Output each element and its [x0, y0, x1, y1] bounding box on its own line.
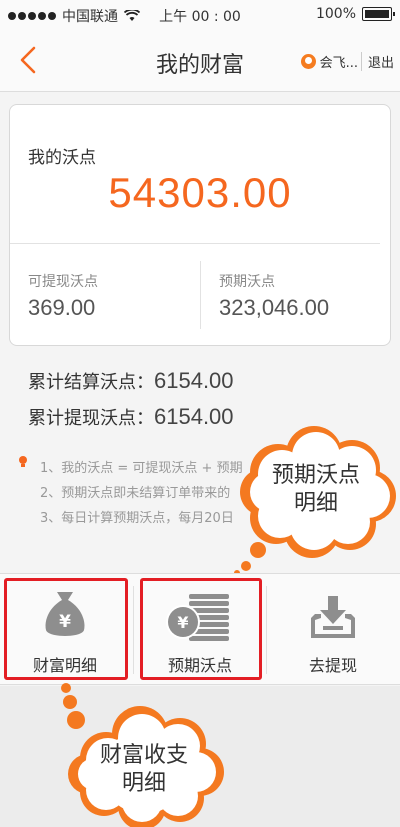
- divider: [200, 261, 201, 329]
- withdrawn-label: 累计提现沃点：: [28, 408, 154, 429]
- note-item: 2、预期沃点即未结算订单带来的: [40, 486, 231, 501]
- user-icon: [300, 54, 316, 69]
- tab-label: 去提现: [308, 656, 357, 675]
- callout-text-line: 明细: [294, 490, 338, 515]
- callout-text-line: 明细: [122, 770, 166, 795]
- highlight-frame: [4, 578, 128, 680]
- withdrawable-value: 369.00: [28, 295, 96, 320]
- battery-icon: [362, 7, 395, 21]
- status-bar: 中国联通 上午 00 : 00 100%: [0, 0, 400, 30]
- note-item: 3、每日计算预期沃点，每月20日: [40, 511, 234, 526]
- callout-cloud-expected: 预期沃点 明细: [234, 426, 396, 576]
- notes-list: 1、我的沃点 = 可提现沃点 + 预期 2、预期沃点即未结算订单带来的 3、每日…: [20, 456, 243, 531]
- download-tray-icon: [311, 596, 355, 638]
- callout-text-line: 财富收支: [100, 742, 188, 767]
- withdrawn-stat: 累计提现沃点：6154.00: [28, 404, 234, 430]
- divider: [266, 586, 267, 674]
- logout-button[interactable]: 退出: [360, 52, 394, 71]
- settled-stat: 累计结算沃点：6154.00: [28, 368, 234, 394]
- settled-value: 6154.00: [154, 368, 234, 393]
- my-points-label: 我的沃点: [28, 148, 96, 168]
- note-item: 1、我的沃点 = 可提现沃点 + 预期: [40, 461, 243, 476]
- expected-label: 预期沃点: [219, 274, 275, 290]
- withdrawable-label: 可提现沃点: [28, 274, 98, 290]
- callout-text-line: 预期沃点: [272, 462, 360, 487]
- divider: [10, 243, 380, 244]
- settled-label: 累计结算沃点：: [28, 372, 154, 393]
- callout-cloud-wealth: 财富收支 明细: [61, 683, 224, 827]
- user-account[interactable]: 会飞...: [300, 52, 358, 71]
- tab-withdraw[interactable]: 去提现: [268, 574, 398, 686]
- user-name: 会飞...: [319, 56, 358, 71]
- wealth-card: 我的沃点 54303.00 可提现沃点 369.00 预期沃点 323,046.…: [9, 104, 391, 346]
- total-points: 54303.00: [108, 169, 292, 216]
- expected-value: 323,046.00: [219, 295, 330, 320]
- highlight-frame: [140, 578, 262, 680]
- divider: [133, 586, 134, 674]
- nav-bar: 我的财富 会飞... 退出: [0, 30, 400, 92]
- withdrawn-value: 6154.00: [154, 404, 234, 429]
- battery-percent: 100%: [315, 6, 356, 22]
